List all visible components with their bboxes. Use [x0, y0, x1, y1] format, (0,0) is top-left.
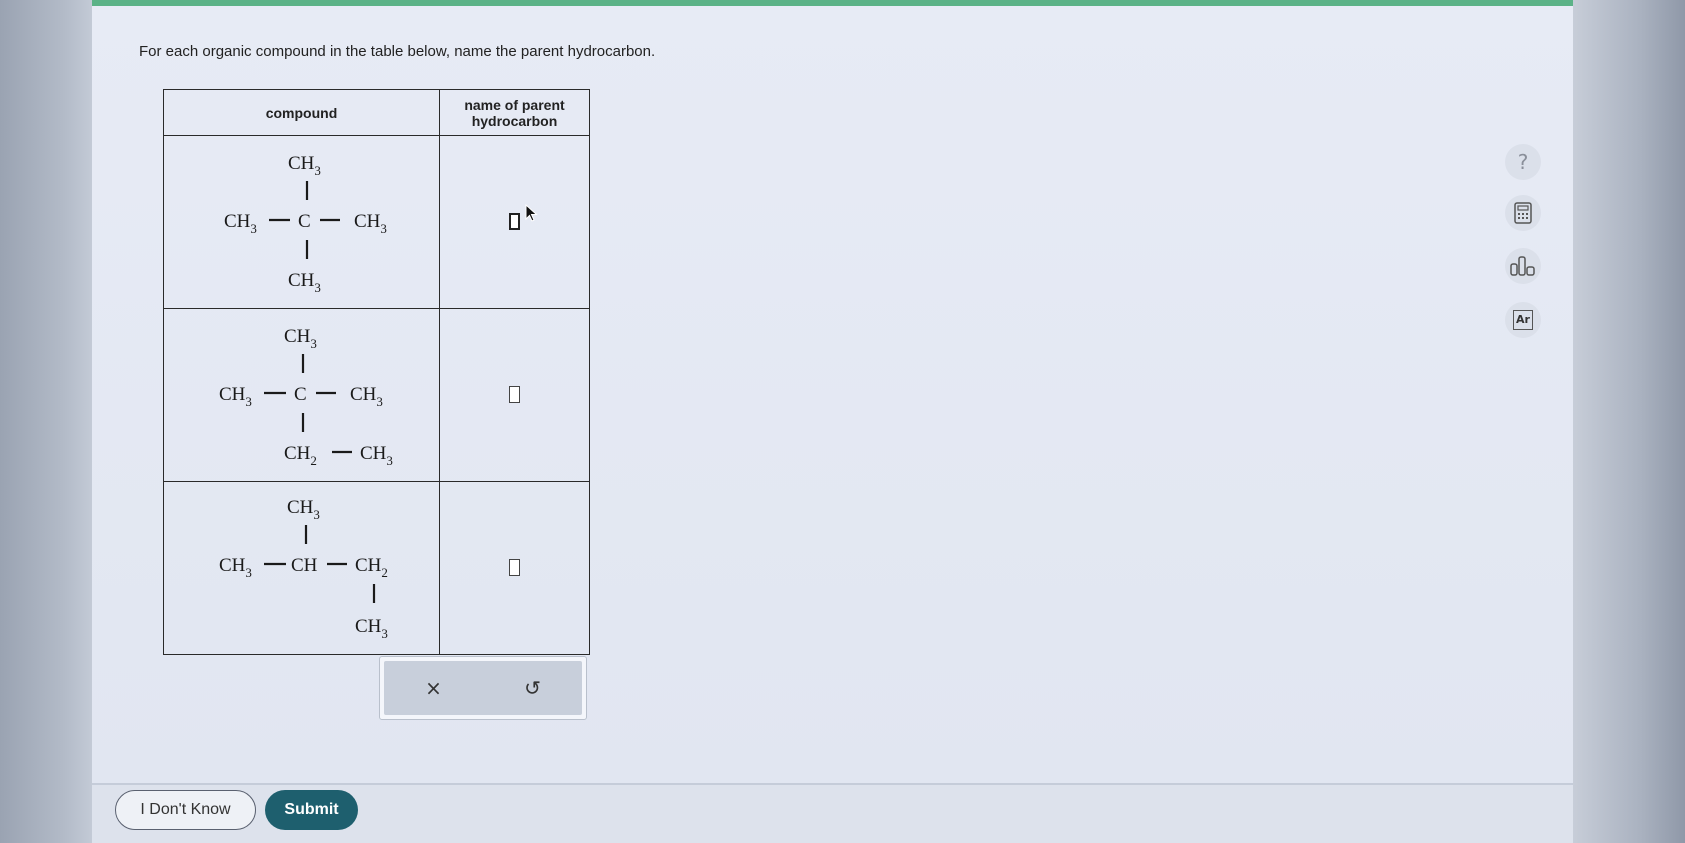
table-row: CH3 CH3 CH CH2 CH3	[163, 481, 590, 655]
structure-2-bottom-group: CH2	[284, 443, 317, 468]
periodic-table-button[interactable]: Ar	[1505, 302, 1541, 338]
structure-1-right-group: CH3	[354, 211, 387, 236]
structure-3-center-atom: CH	[291, 555, 318, 576]
structure-3-top-group: CH3	[287, 497, 320, 522]
answer-input-1[interactable]	[509, 213, 520, 231]
submit-button[interactable]: Submit	[265, 790, 358, 830]
structure-2-left-group: CH3	[219, 384, 252, 409]
structure-3-left-group: CH3	[219, 555, 252, 580]
structure-2-top-group: CH3	[284, 326, 317, 351]
help-icon: ?	[1517, 150, 1529, 174]
structure-3-svg: CH3 CH3 CH CH2 CH3	[219, 497, 388, 641]
monitor-left-edge	[0, 0, 92, 843]
compound-structure-2: CH3 CH3 C CH3 CH2 CH3	[163, 308, 440, 482]
structure-3-right-group: CH2	[355, 555, 388, 580]
compound-structure-1: CH3 CH3 C CH3 CH3	[163, 135, 440, 309]
compound-table: compound name of parent hydrocarbon CH3 …	[163, 89, 590, 655]
structure-2-center-atom: C	[294, 384, 307, 405]
mouse-cursor-icon	[525, 204, 538, 222]
structure-2-bottom-right-group: CH3	[360, 443, 393, 468]
answer-cell-1	[439, 135, 590, 309]
data-chart-icon	[1510, 256, 1535, 276]
periodic-table-label: Ar	[1516, 313, 1530, 326]
structure-1-left-group: CH3	[224, 211, 257, 236]
data-chart-button[interactable]	[1505, 248, 1541, 284]
dont-know-button[interactable]: I Don't Know	[115, 790, 256, 830]
undo-button[interactable]: ↺	[483, 661, 582, 715]
answer-cell-3	[439, 481, 590, 655]
structure-2-right-group: CH3	[350, 384, 383, 409]
periodic-table-icon: Ar	[1513, 310, 1533, 330]
structure-1-center-atom: C	[298, 211, 311, 232]
calculator-icon	[1514, 202, 1532, 224]
structure-1-bottom-group: CH3	[288, 270, 321, 295]
structure-1-top-group: CH3	[288, 153, 321, 178]
question-prompt: For each organic compound in the table b…	[139, 43, 656, 60]
structure-1-svg: CH3 CH3 C CH3 CH3	[224, 153, 387, 295]
answer-input-2[interactable]	[509, 386, 520, 404]
structure-2-svg: CH3 CH3 C CH3 CH2 CH3	[219, 326, 393, 468]
answer-cell-2	[439, 308, 590, 482]
answer-action-bar: × ↺	[384, 661, 582, 715]
answer-input-3[interactable]	[509, 559, 520, 577]
structure-3-right-bottom-group: CH3	[355, 616, 388, 641]
help-button[interactable]: ?	[1505, 144, 1541, 180]
table-row: CH3 CH3 C CH3 CH2 CH3	[163, 308, 590, 482]
monitor-right-edge	[1573, 0, 1685, 843]
header-compound: compound	[163, 89, 440, 136]
calculator-button[interactable]	[1505, 195, 1541, 231]
answer-action-panel: × ↺	[379, 656, 587, 720]
compound-structure-3: CH3 CH3 CH CH2 CH3	[163, 481, 440, 655]
clear-answer-button[interactable]: ×	[384, 661, 483, 715]
header-parent-hydrocarbon: name of parent hydrocarbon	[439, 89, 590, 136]
